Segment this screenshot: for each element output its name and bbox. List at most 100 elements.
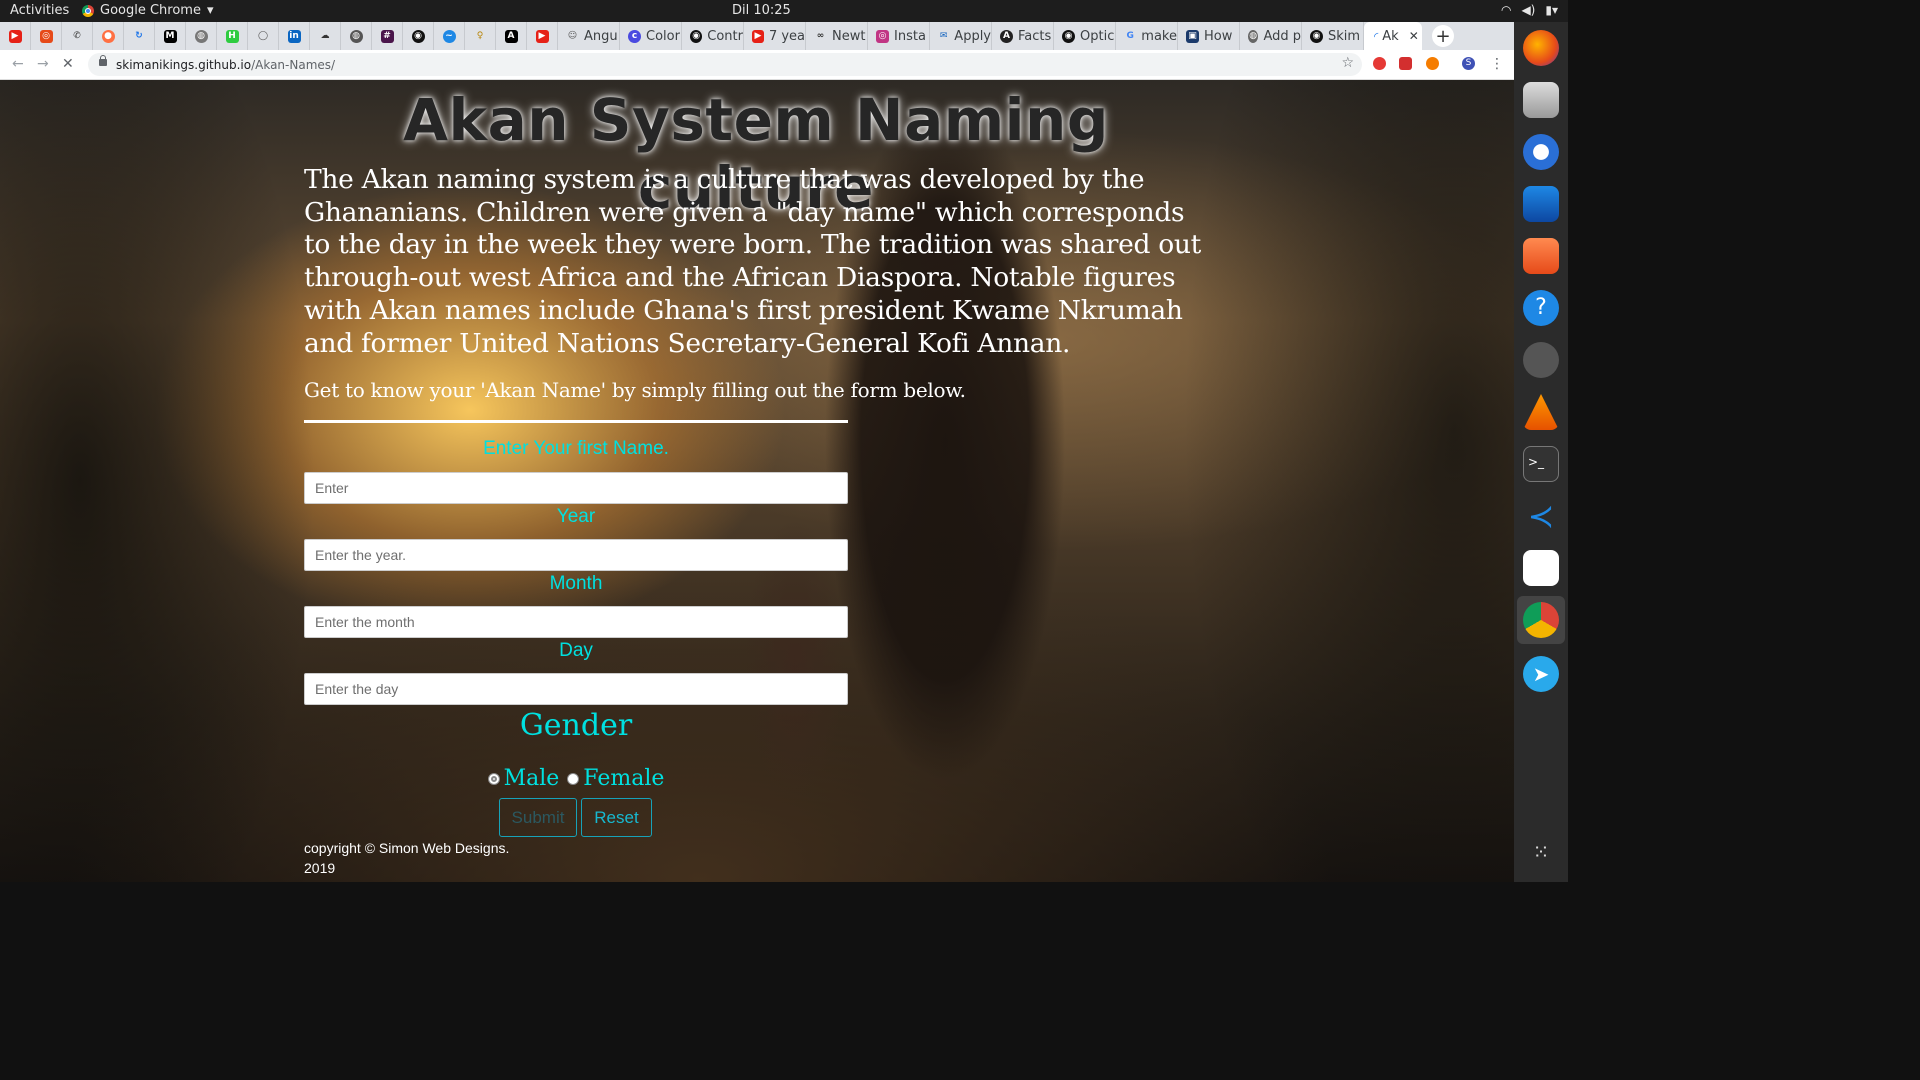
intro-paragraph: The Akan naming system is a culture that… xyxy=(304,164,1202,359)
tab-generic[interactable]: ◯ xyxy=(248,22,279,50)
linkedin-icon: in xyxy=(287,29,301,43)
tab-generic[interactable]: A xyxy=(496,22,527,50)
wifi-icon: ◠ xyxy=(1500,3,1512,17)
tab-item[interactable]: ◉ Optic xyxy=(1054,22,1116,50)
url-bar[interactable]: skimanikings.github.io/Akan-Names/ ☆ xyxy=(88,53,1362,76)
tab-active[interactable]: ◜ Ak ✕ xyxy=(1364,22,1422,50)
tab-youtube[interactable]: ▶ xyxy=(0,22,31,50)
tab-github[interactable]: ◉ xyxy=(403,22,434,50)
tab-item[interactable]: ▣ How xyxy=(1178,22,1240,50)
address-bar-row: ← → ✕ skimanikings.github.io/Akan-Names/… xyxy=(0,50,1514,80)
youtube-icon: ▶ xyxy=(752,29,764,43)
tab-title: Skim xyxy=(1328,28,1361,44)
telegram-icon[interactable]: ➤ xyxy=(1523,656,1559,692)
github-icon: ◉ xyxy=(690,29,703,43)
tab-generic[interactable]: ↻ xyxy=(124,22,155,50)
tab-slack[interactable]: # xyxy=(372,22,403,50)
day-input[interactable] xyxy=(304,673,848,705)
forward-button[interactable]: → xyxy=(37,56,49,72)
app-icon: c xyxy=(628,29,641,43)
app-icon: A xyxy=(1000,29,1013,43)
profile-avatar[interactable]: S xyxy=(1462,57,1475,70)
first-name-input[interactable] xyxy=(304,472,848,504)
battery-icon: ▮▾ xyxy=(1545,3,1558,17)
tab-item[interactable]: ◉ Contr xyxy=(682,22,744,50)
tab-medium[interactable]: M xyxy=(155,22,186,50)
app-icon: ◎ xyxy=(39,29,53,43)
tab-item[interactable]: ✉ Apply xyxy=(930,22,992,50)
writer-icon[interactable] xyxy=(1523,186,1559,222)
activities-button[interactable]: Activities xyxy=(10,3,69,18)
close-icon[interactable]: ✕ xyxy=(1409,29,1419,43)
tab-title: Newt xyxy=(832,28,866,44)
tab-item[interactable]: ∞ Newt xyxy=(806,22,868,50)
slack-icon: # xyxy=(380,29,394,43)
tab-item[interactable]: c Color xyxy=(620,22,682,50)
tab-generic[interactable]: ~ xyxy=(434,22,465,50)
month-input[interactable] xyxy=(304,606,848,638)
extension-icon[interactable] xyxy=(1399,57,1412,70)
software-center-icon[interactable] xyxy=(1523,238,1559,274)
female-label: Female xyxy=(583,766,665,791)
tab-title: Add p xyxy=(1263,28,1301,44)
thunderbird-icon[interactable] xyxy=(1523,134,1559,170)
female-radio[interactable] xyxy=(567,772,580,785)
back-button[interactable]: ← xyxy=(12,56,24,72)
bookmark-star-icon[interactable]: ☆ xyxy=(1341,55,1354,71)
tab-item[interactable]: ☺ Angu xyxy=(558,22,620,50)
vscode-icon[interactable]: ≺ xyxy=(1523,498,1559,534)
vlc-icon[interactable] xyxy=(1523,394,1559,430)
clock[interactable]: Dil 10:25 xyxy=(732,3,791,18)
tab-generic[interactable]: ◍ xyxy=(341,22,372,50)
tab-title: Color xyxy=(646,28,680,44)
menu-kebab-icon[interactable]: ⋮ xyxy=(1490,56,1504,72)
google-icon: G xyxy=(1126,30,1134,41)
tab-title: Contr xyxy=(707,28,743,44)
youtube-icon: ▶ xyxy=(535,29,549,43)
tab-generic[interactable]: H xyxy=(217,22,248,50)
show-apps-icon[interactable]: ⁙ xyxy=(1523,834,1559,870)
terminal-icon[interactable]: >_ xyxy=(1523,446,1559,482)
tab-generic[interactable]: ◎ xyxy=(31,22,62,50)
globe-icon: ◍ xyxy=(1248,29,1259,43)
year-input[interactable] xyxy=(304,539,848,571)
stop-button[interactable]: ✕ xyxy=(62,56,74,72)
volume-icon: ◀) xyxy=(1521,3,1536,17)
tab-item[interactable]: ◎ Insta xyxy=(868,22,930,50)
gimp-icon[interactable] xyxy=(1523,342,1559,378)
day-label: Day xyxy=(559,640,593,661)
submit-button[interactable]: Submit xyxy=(499,798,577,837)
lock-icon xyxy=(99,55,107,66)
new-tab-button[interactable]: + xyxy=(1432,25,1454,47)
help-icon[interactable]: ? xyxy=(1523,290,1559,326)
files-icon[interactable] xyxy=(1523,82,1559,118)
tab-generic[interactable]: ☁ xyxy=(310,22,341,50)
tab-generic[interactable]: ◍ xyxy=(186,22,217,50)
tab-item[interactable]: A Facts xyxy=(992,22,1054,50)
tab-generic[interactable]: ● xyxy=(93,22,124,50)
extension-icon[interactable] xyxy=(1373,57,1386,70)
tab-phone[interactable]: ✆ xyxy=(62,22,93,50)
refresh-icon: ↻ xyxy=(135,30,143,41)
app-icon: ◯ xyxy=(257,30,269,41)
tab-item[interactable]: ▶ 7 yea xyxy=(744,22,806,50)
firefox-icon[interactable] xyxy=(1523,30,1559,66)
instagram-icon: ◎ xyxy=(876,29,889,43)
app-menu[interactable]: Google Chrome ▾ xyxy=(82,3,214,18)
tab-title: Facts xyxy=(1018,28,1052,44)
app-icon: ☺ xyxy=(567,30,578,41)
chrome-icon[interactable] xyxy=(1523,602,1559,638)
reset-button[interactable]: Reset xyxy=(581,798,652,837)
copyright-year: 2019 xyxy=(304,860,336,876)
tab-generic[interactable]: ♀ xyxy=(465,22,496,50)
tab-item[interactable]: ◍ Add p xyxy=(1240,22,1302,50)
tab-youtube[interactable]: ▶ xyxy=(527,22,558,50)
tab-item[interactable]: Gmake xyxy=(1116,22,1178,50)
text-editor-icon[interactable] xyxy=(1523,550,1559,586)
plus-icon: + xyxy=(1435,25,1451,47)
extension-icon[interactable] xyxy=(1426,57,1439,70)
male-radio[interactable] xyxy=(487,772,500,785)
tab-item[interactable]: ◉ Skim xyxy=(1302,22,1364,50)
tab-linkedin[interactable]: in xyxy=(279,22,310,50)
system-tray[interactable]: ◠ ◀) ▮▾ xyxy=(1501,3,1558,17)
